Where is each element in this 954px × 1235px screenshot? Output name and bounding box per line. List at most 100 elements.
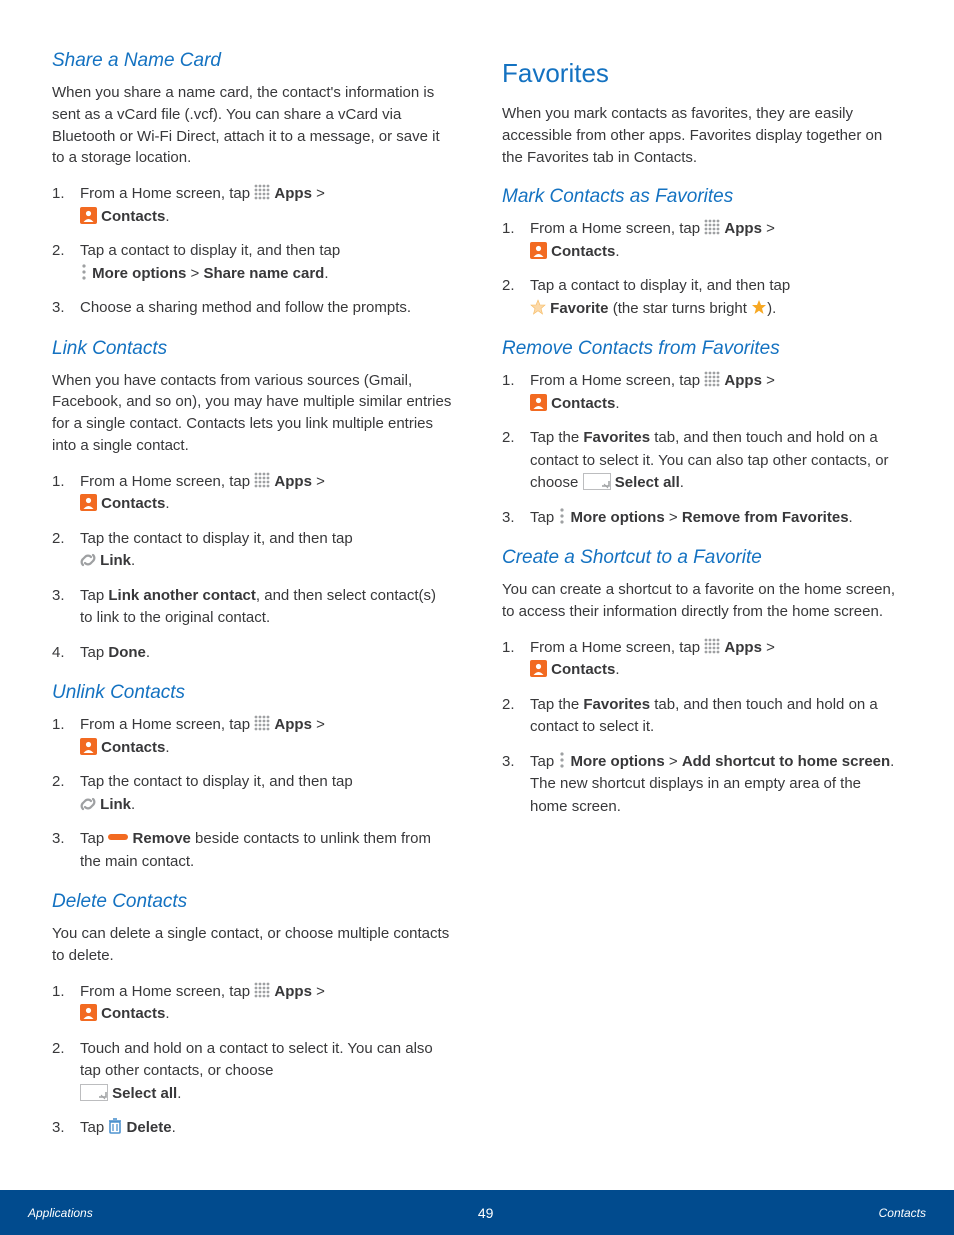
star-outline-icon (530, 299, 546, 315)
contacts-label: Contacts (101, 495, 165, 512)
text: Tap the contact to display it, and then … (80, 530, 353, 547)
text: Tap (530, 753, 558, 770)
contacts-icon (80, 738, 97, 755)
share-steps: From a Home screen, tap Apps > Contacts.… (52, 183, 452, 320)
link-step-1: From a Home screen, tap Apps > Contacts. (52, 471, 452, 516)
apps-icon (254, 982, 270, 998)
sep: > (312, 185, 325, 202)
remove-label: Remove (133, 830, 191, 847)
delete-steps: From a Home screen, tap Apps > Contacts.… (52, 981, 452, 1140)
apps-label: Apps (724, 372, 762, 389)
heading-unlink-contacts: Unlink Contacts (52, 682, 452, 704)
delete-label: Delete (127, 1119, 172, 1136)
dot: . (177, 1085, 181, 1102)
text: Tap (80, 587, 108, 604)
apps-label: Apps (274, 185, 312, 202)
text: Tap the (530, 429, 583, 446)
dot: . (131, 796, 135, 813)
heading-create-shortcut: Create a Shortcut to a Favorite (502, 547, 902, 569)
apps-label: Apps (274, 716, 312, 733)
footer-section: Applications (28, 1206, 93, 1220)
dot: . (615, 243, 619, 260)
dot: . (615, 395, 619, 412)
delete-intro: You can delete a single contact, or choo… (52, 923, 452, 967)
more-options-label: More options (92, 265, 186, 282)
sep: > (312, 983, 325, 1000)
contacts-label: Contacts (551, 395, 615, 412)
apps-icon (704, 638, 720, 654)
heading-delete-contacts: Delete Contacts (52, 891, 452, 913)
contacts-icon (530, 394, 547, 411)
link-icon (80, 796, 96, 812)
text: From a Home screen, tap (80, 983, 254, 1000)
sep: > (762, 372, 775, 389)
delete-step-2: Touch and hold on a contact to select it… (52, 1038, 452, 1106)
unlink-step-3: Tap Remove beside contacts to unlink the… (52, 828, 452, 873)
text: Tap (80, 830, 108, 847)
contacts-icon (80, 207, 97, 224)
text: Touch and hold on a contact to select it… (80, 1040, 433, 1080)
link-step-2: Tap the contact to display it, and then … (52, 528, 452, 573)
select-all-checkbox-icon (80, 1084, 108, 1101)
favorites-intro: When you mark contacts as favorites, the… (502, 103, 902, 168)
text: Tap the (530, 696, 583, 713)
dot: . (615, 661, 619, 678)
unlink-step-1: From a Home screen, tap Apps > Contacts. (52, 714, 452, 759)
shortcut-step-1: From a Home screen, tap Apps > Contacts. (502, 637, 902, 682)
more-options-icon (80, 264, 88, 280)
text: Tap the contact to display it, and then … (80, 773, 353, 790)
favorites-tab-label: Favorites (583, 696, 650, 713)
delete-step-1: From a Home screen, tap Apps > Contacts. (52, 981, 452, 1026)
star-filled-icon (751, 299, 767, 315)
sep: > (312, 716, 325, 733)
contacts-label: Contacts (101, 1005, 165, 1022)
contacts-label: Contacts (101, 739, 165, 756)
apps-icon (704, 219, 720, 235)
add-shortcut-label: Add shortcut to home screen (682, 753, 890, 770)
heading-remove-favorites: Remove Contacts from Favorites (502, 338, 902, 360)
left-column: Share a Name Card When you share a name … (52, 50, 452, 1190)
text: From a Home screen, tap (80, 473, 254, 490)
heading-link-contacts: Link Contacts (52, 338, 452, 360)
contacts-label: Contacts (551, 243, 615, 260)
text: From a Home screen, tap (530, 639, 704, 656)
select-all-label: Select all (615, 474, 680, 491)
shortcut-steps: From a Home screen, tap Apps > Contacts.… (502, 637, 902, 819)
share-name-card-label: Share name card (203, 265, 324, 282)
more-options-icon (558, 752, 566, 768)
apps-icon (254, 715, 270, 731)
page-content: Share a Name Card When you share a name … (0, 0, 954, 1190)
text: (the star turns bright (609, 300, 752, 317)
more-options-label: More options (571, 753, 665, 770)
remove-step-1: From a Home screen, tap Apps > Contacts. (502, 370, 902, 415)
select-all-label: Select all (112, 1085, 177, 1102)
contacts-icon (530, 660, 547, 677)
text: From a Home screen, tap (80, 716, 254, 733)
remove-from-favorites-label: Remove from Favorites (682, 509, 849, 526)
link-steps: From a Home screen, tap Apps > Contacts.… (52, 471, 452, 665)
heading-favorites: Favorites (502, 58, 902, 89)
right-column: Favorites When you mark contacts as favo… (502, 50, 902, 1190)
apps-label: Apps (274, 473, 312, 490)
remove-icon (108, 834, 128, 840)
sep: > (186, 265, 203, 282)
link-step-3: Tap Link another contact, and then selec… (52, 585, 452, 630)
remove-steps: From a Home screen, tap Apps > Contacts.… (502, 370, 902, 529)
apps-icon (704, 371, 720, 387)
sep: > (312, 473, 325, 490)
footer-page-number: 49 (478, 1205, 494, 1221)
contacts-icon (80, 1004, 97, 1021)
more-options-icon (558, 508, 566, 524)
text: From a Home screen, tap (530, 372, 704, 389)
shortcut-intro: You can create a shortcut to a favorite … (502, 579, 902, 623)
dot: . (165, 1005, 169, 1022)
text: Tap (80, 644, 108, 661)
link-label: Link (100, 796, 131, 813)
sep: > (665, 509, 682, 526)
remove-step-2: Tap the Favorites tab, and then touch an… (502, 427, 902, 495)
heading-share-name-card: Share a Name Card (52, 50, 452, 72)
apps-label: Apps (724, 220, 762, 237)
select-all-checkbox-icon (583, 473, 611, 490)
apps-icon (254, 184, 270, 200)
share-step-1: From a Home screen, tap Apps > Contacts. (52, 183, 452, 228)
